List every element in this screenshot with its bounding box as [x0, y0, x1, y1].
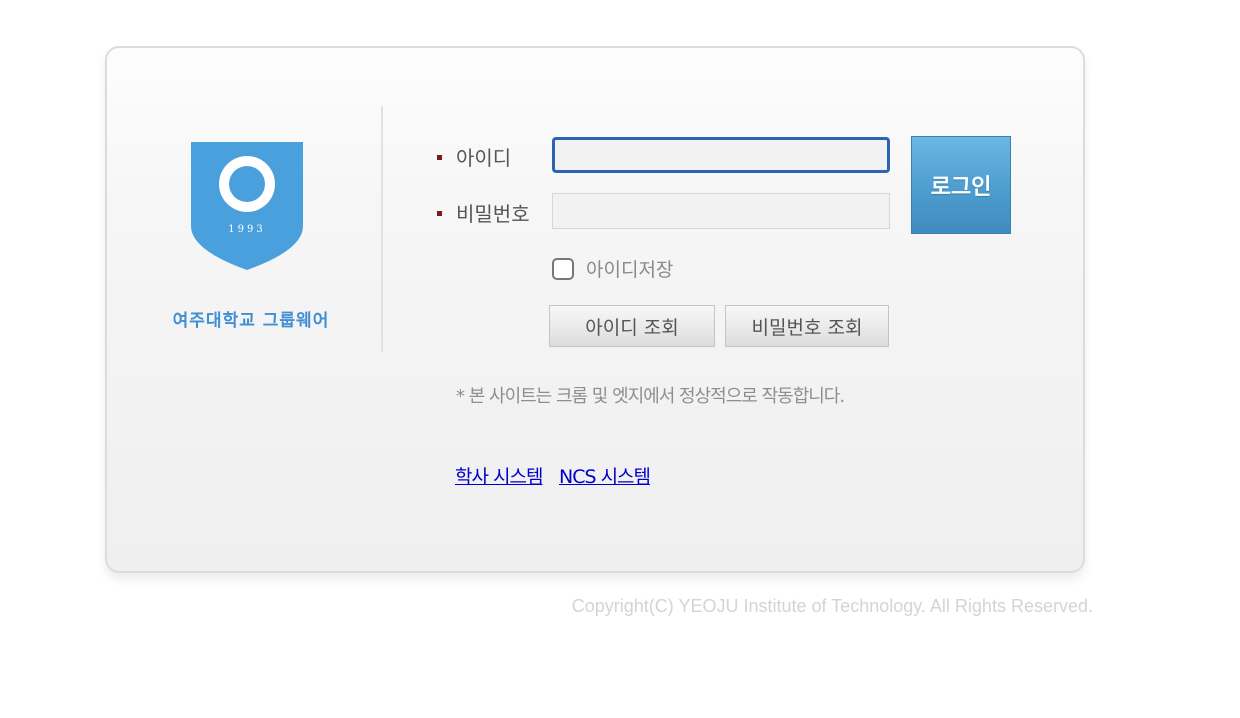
login-button[interactable]: 로그인 [911, 136, 1011, 234]
login-panel: 1993 여주대학교 그룹웨어 아이디 비밀번호 로그인 아이디저장 아이디 조… [105, 46, 1085, 573]
university-emblem-icon: 1993 [191, 142, 303, 270]
browser-notice: * 본 사이트는 크롬 및 엣지에서 정상적으로 작동합니다. [456, 386, 845, 407]
remember-id-option[interactable]: 아이디저장 [552, 255, 673, 282]
panel-divider [381, 106, 383, 352]
remember-id-checkbox[interactable] [552, 257, 574, 280]
emblem-year: 1993 [228, 224, 266, 235]
brand-name: 여주대학교 그룹웨어 [172, 311, 330, 331]
academic-system-link[interactable]: 학사 시스템 [455, 462, 543, 489]
password-label-text: 비밀번호 [456, 202, 530, 226]
bullet-icon [437, 155, 442, 160]
id-label-text: 아이디 [456, 146, 512, 170]
id-field-label: 아이디 [437, 142, 511, 171]
copyright-footer: Copyright(C) YEOJU Institute of Technolo… [571, 596, 1093, 616]
bullet-icon [437, 211, 442, 216]
ncs-system-link[interactable]: NCS 시스템 [559, 462, 651, 489]
password-input[interactable] [552, 193, 890, 229]
find-password-button[interactable]: 비밀번호 조회 [725, 305, 889, 347]
password-field-label: 비밀번호 [437, 198, 530, 227]
id-input[interactable] [552, 137, 890, 173]
remember-id-label: 아이디저장 [586, 259, 674, 281]
find-id-button[interactable]: 아이디 조회 [549, 305, 715, 347]
